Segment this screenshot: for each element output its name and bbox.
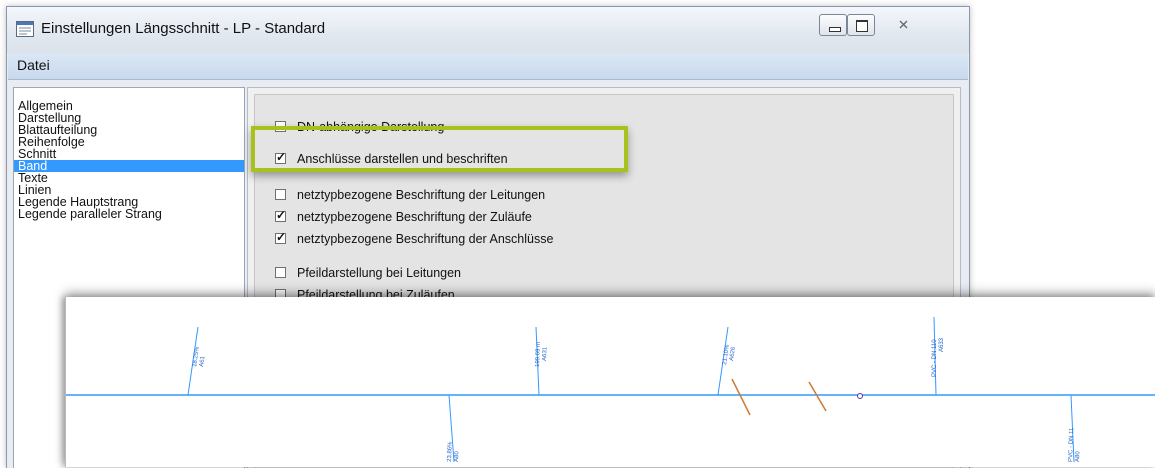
option-label: netztypbezogene Beschriftung der Zuläufe xyxy=(297,210,532,224)
branch-label: A61 xyxy=(199,355,207,367)
check-icon: ✓ xyxy=(276,230,287,244)
branch-label: A626 xyxy=(729,346,737,361)
window-title: Einstellungen Längsschnitt - LP - Standa… xyxy=(41,20,326,37)
branch-label: A633 xyxy=(939,337,945,352)
branch-label: A80 xyxy=(1075,451,1081,463)
close-icon xyxy=(899,20,908,29)
option-label: netztypbezogene Beschriftung der Anschlü… xyxy=(297,232,554,246)
branch-label: A80 xyxy=(454,451,460,463)
menu-bar: Datei xyxy=(8,53,968,80)
highlight-box xyxy=(251,126,628,172)
option-label: netztypbezogene Beschriftung der Leitung… xyxy=(297,188,546,202)
app-icon xyxy=(16,21,34,37)
maximize-icon xyxy=(856,20,868,32)
branch-label: A631 xyxy=(542,346,549,361)
option-checkbox[interactable]: ✓ xyxy=(275,230,287,244)
maximize-button[interactable] xyxy=(847,14,875,36)
section-marker xyxy=(808,381,827,412)
nav-item-schnitt[interactable]: Schnitt xyxy=(14,148,244,161)
minimize-icon xyxy=(829,27,841,32)
nav-item-band[interactable]: Band xyxy=(14,160,244,172)
close-button[interactable] xyxy=(879,14,929,36)
branch-label: 23.86% xyxy=(447,441,454,462)
nav-item-legende-paralleler-strang[interactable]: Legende paralleler Strang xyxy=(14,208,244,221)
section-marker xyxy=(731,378,751,416)
check-icon: ✓ xyxy=(276,208,287,222)
option-checkbox[interactable] xyxy=(275,189,286,200)
option-checkbox[interactable] xyxy=(275,267,286,278)
branch-label: PVC - DN 110 xyxy=(932,339,938,377)
profile-drawing: 18.25% A61 199.69 m A631 21.10% A626 PVC… xyxy=(65,297,1155,467)
node-marker xyxy=(857,393,863,399)
branch-label: PVC - DN 11 xyxy=(1068,427,1075,462)
branch-label: 199.69 m xyxy=(535,342,542,367)
minimize-button[interactable] xyxy=(819,14,847,36)
drawing-canvas: 18.25% A61 199.69 m A631 21.10% A626 PVC… xyxy=(66,316,1155,463)
title-bar[interactable]: Einstellungen Längsschnitt - LP - Standa… xyxy=(7,7,969,53)
option-checkbox[interactable]: ✓ xyxy=(275,208,287,222)
menu-datei[interactable]: Datei xyxy=(17,57,50,73)
option-label: Pfeildarstellung bei Leitungen xyxy=(297,266,462,280)
